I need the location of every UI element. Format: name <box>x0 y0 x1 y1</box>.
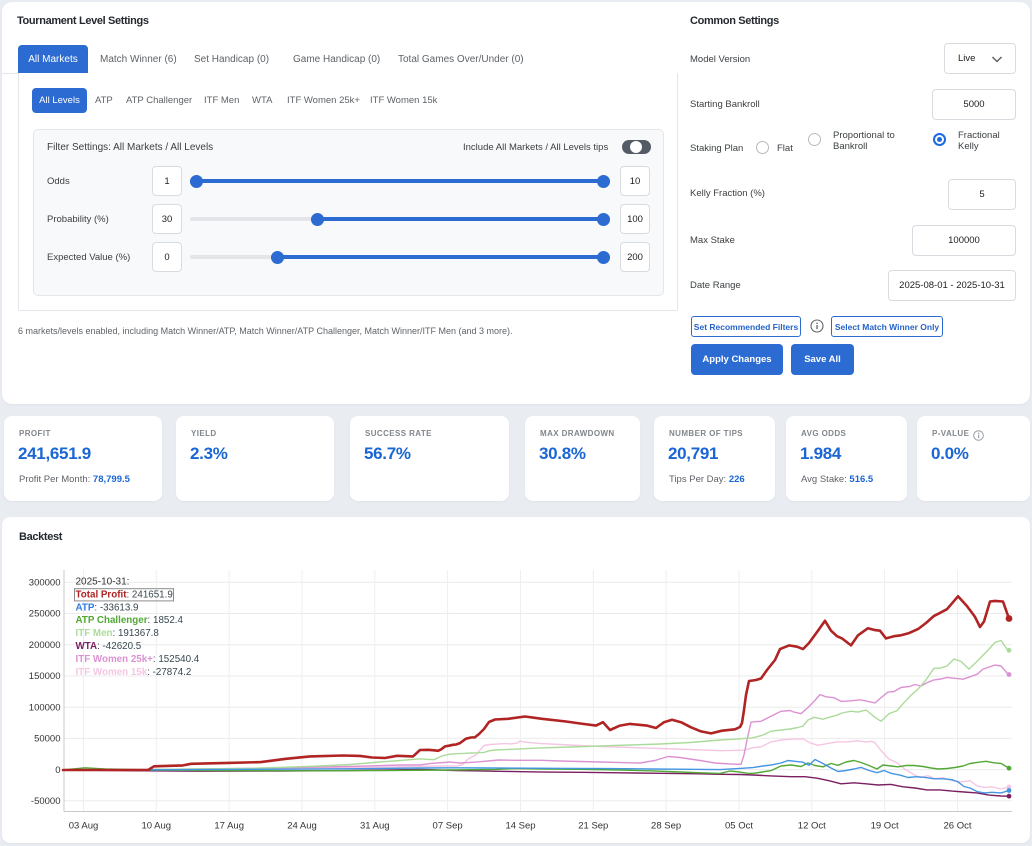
svg-text:14 Sep: 14 Sep <box>505 821 535 832</box>
svg-text:2025-10-31:: 2025-10-31: <box>76 577 130 588</box>
svg-text:12 Oct: 12 Oct <box>798 821 826 832</box>
svg-text:03 Aug: 03 Aug <box>69 821 99 832</box>
svg-text:ITF Women 25k+: 152540.4: ITF Women 25k+: 152540.4 <box>76 654 200 665</box>
svg-text:07 Sep: 07 Sep <box>433 821 463 832</box>
svg-text:24 Aug: 24 Aug <box>287 821 317 832</box>
svg-text:150000: 150000 <box>29 671 61 682</box>
svg-text:Total Profit: 241651.9: Total Profit: 241651.9 <box>76 589 173 600</box>
svg-text:31 Aug: 31 Aug <box>360 821 390 832</box>
svg-text:10 Aug: 10 Aug <box>142 821 172 832</box>
svg-text:ATP Challenger: 1852.4: ATP Challenger: 1852.4 <box>76 615 184 626</box>
svg-text:300000: 300000 <box>29 578 61 589</box>
svg-text:05 Oct: 05 Oct <box>725 821 753 832</box>
svg-text:WTA: -42620.5: WTA: -42620.5 <box>76 641 142 652</box>
svg-text:ITF Men: 191367.8: ITF Men: 191367.8 <box>76 628 160 639</box>
svg-text:17 Aug: 17 Aug <box>214 821 244 832</box>
svg-text:-50000: -50000 <box>31 796 61 807</box>
svg-text:21 Sep: 21 Sep <box>578 821 608 832</box>
svg-text:26 Oct: 26 Oct <box>944 821 972 832</box>
svg-text:100000: 100000 <box>29 702 61 713</box>
svg-text:200000: 200000 <box>29 640 61 651</box>
svg-text:28 Sep: 28 Sep <box>651 821 681 832</box>
svg-text:19 Oct: 19 Oct <box>871 821 899 832</box>
svg-text:0: 0 <box>55 765 60 776</box>
svg-text:250000: 250000 <box>29 609 61 620</box>
svg-text:50000: 50000 <box>34 734 60 745</box>
svg-text:ITF Women 15k: -27874.2: ITF Women 15k: -27874.2 <box>76 667 192 678</box>
svg-text:ATP: -33613.9: ATP: -33613.9 <box>76 602 139 613</box>
